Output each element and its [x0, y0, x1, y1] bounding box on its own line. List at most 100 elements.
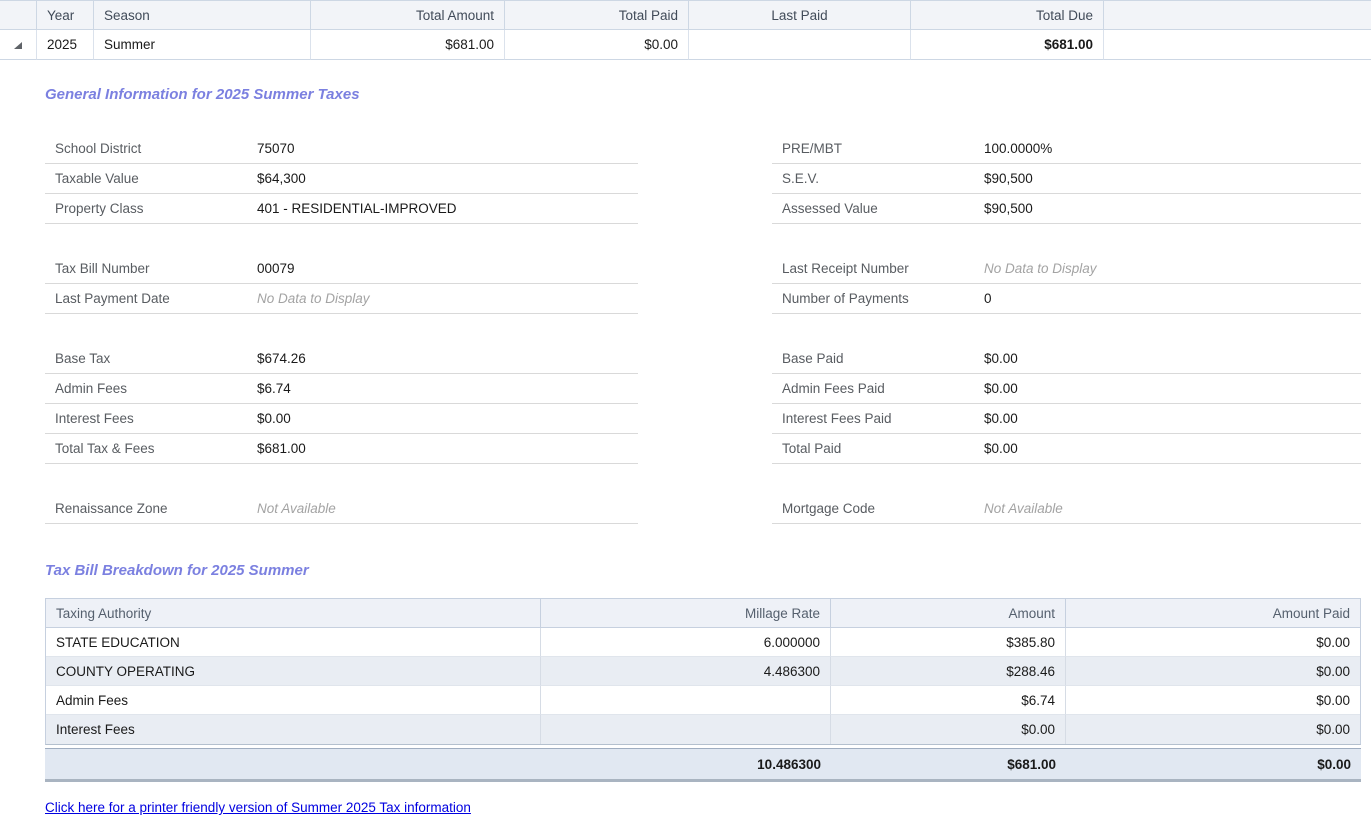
info-value: 401 - RESIDENTIAL-IMPROVED — [257, 201, 457, 216]
tax-information-page: Year Season Total Amount Total Paid Last… — [0, 0, 1371, 837]
info-label: Interest Fees Paid — [782, 411, 892, 426]
info-row-base-tax: Base Tax $674.26 — [45, 344, 638, 374]
breakdown-header-millage: Millage Rate — [541, 599, 831, 628]
info-group-receipts: Last Receipt Number No Data to Display N… — [772, 254, 1361, 314]
general-info-left-column: School District 75070 Taxable Value $64,… — [45, 134, 638, 524]
info-row-property-class: Property Class 401 - RESIDENTIAL-IMPROVE… — [45, 194, 638, 224]
info-label: Total Paid — [782, 441, 842, 456]
info-value: $0.00 — [984, 411, 1018, 426]
breakdown-total-authority — [45, 749, 541, 779]
info-value: 75070 — [257, 141, 295, 156]
info-label: Total Tax & Fees — [55, 441, 155, 456]
col-header-total-paid[interactable]: Total Paid — [505, 1, 689, 30]
col-header-last-paid[interactable]: Last Paid — [689, 1, 911, 30]
info-value: No Data to Display — [257, 291, 370, 306]
info-label: Last Payment Date — [55, 291, 170, 306]
info-row-admin-fees: Admin Fees $6.74 — [45, 374, 638, 404]
info-row-last-payment-date: Last Payment Date No Data to Display — [45, 284, 638, 314]
info-label: Base Paid — [782, 351, 844, 366]
info-row-last-receipt-number: Last Receipt Number No Data to Display — [772, 254, 1361, 284]
col-header-season[interactable]: Season — [94, 1, 311, 30]
breakdown-cell-paid: $0.00 — [1066, 628, 1360, 657]
info-label: Tax Bill Number — [55, 261, 150, 276]
breakdown-header-authority: Taxing Authority — [46, 599, 541, 628]
info-group-paid-amounts: Base Paid $0.00 Admin Fees Paid $0.00 In… — [772, 344, 1361, 464]
breakdown-total-millage: 10.486300 — [757, 756, 821, 772]
breakdown-total-amount: $681.00 — [1007, 756, 1056, 772]
info-row-pre-mbt: PRE/MBT 100.0000% — [772, 134, 1361, 164]
info-value: 100.0000% — [984, 141, 1053, 156]
breakdown-total-row: 10.486300 $681.00 $0.00 — [45, 748, 1361, 782]
breakdown-cell-paid: $0.00 — [1066, 686, 1360, 715]
info-value: $90,500 — [984, 201, 1033, 216]
info-value: $674.26 — [257, 351, 306, 366]
info-value: $6.74 — [257, 381, 291, 396]
info-row-total-tax-fees: Total Tax & Fees $681.00 — [45, 434, 638, 464]
info-row-number-of-payments: Number of Payments 0 — [772, 284, 1361, 314]
info-group-tax-amounts: Base Tax $674.26 Admin Fees $6.74 Intere… — [45, 344, 638, 464]
info-label: School District — [55, 141, 142, 156]
info-group-values: School District 75070 Taxable Value $64,… — [45, 134, 638, 224]
info-label: Interest Fees — [55, 411, 134, 426]
cell-total-paid: $0.00 — [505, 30, 689, 60]
info-group-mortgage: Mortgage Code Not Available — [772, 494, 1361, 524]
col-header-total-amount[interactable]: Total Amount — [311, 1, 505, 30]
breakdown-cell-millage — [541, 686, 831, 715]
col-header-total-due[interactable]: Total Due — [911, 1, 1104, 30]
info-value: $90,500 — [984, 171, 1033, 186]
cell-last-paid — [689, 30, 911, 60]
info-label: Renaissance Zone — [55, 501, 168, 516]
breakdown-cell-amount: $6.74 — [831, 686, 1066, 715]
breakdown-grid: Taxing Authority Millage Rate Amount Amo… — [45, 598, 1361, 745]
general-info-right-column: PRE/MBT 100.0000% S.E.V. $90,500 Assesse… — [772, 134, 1361, 524]
info-label: Base Tax — [55, 351, 111, 366]
printer-friendly-link[interactable]: Click here for a printer friendly versio… — [45, 800, 471, 815]
expander-column-header — [0, 1, 37, 30]
breakdown-cell-millage: 4.486300 — [541, 657, 831, 686]
cell-filler — [1104, 30, 1371, 60]
info-label: Admin Fees Paid — [782, 381, 885, 396]
info-row-mortgage-code: Mortgage Code Not Available — [772, 494, 1361, 524]
tax-year-summary-grid: Year Season Total Amount Total Paid Last… — [0, 0, 1371, 60]
breakdown-cell-millage — [541, 715, 831, 744]
breakdown-header-amount: Amount — [831, 599, 1066, 628]
info-value: No Data to Display — [984, 261, 1097, 276]
info-group-renaissance: Renaissance Zone Not Available — [45, 494, 638, 524]
general-info-heading: General Information for 2025 Summer Taxe… — [45, 86, 360, 103]
breakdown-cell-amount: $0.00 — [831, 715, 1066, 744]
info-label: Admin Fees — [55, 381, 128, 396]
info-row-interest-fees: Interest Fees $0.00 — [45, 404, 638, 434]
breakdown-cell-paid: $0.00 — [1066, 715, 1360, 744]
cell-year: 2025 — [37, 30, 94, 60]
info-value: $0.00 — [984, 381, 1018, 396]
info-row-base-paid: Base Paid $0.00 — [772, 344, 1361, 374]
info-value: Not Available — [984, 501, 1063, 516]
info-value: $0.00 — [984, 441, 1018, 456]
breakdown-cell-authority: COUNTY OPERATING — [46, 657, 541, 686]
breakdown-cell-amount: $288.46 — [831, 657, 1066, 686]
info-row-school-district: School District 75070 — [45, 134, 638, 164]
info-row-total-paid: Total Paid $0.00 — [772, 434, 1361, 464]
col-header-filler — [1104, 1, 1371, 30]
info-value: 0 — [984, 291, 992, 306]
cell-season: Summer — [94, 30, 311, 60]
info-row-sev: S.E.V. $90,500 — [772, 164, 1361, 194]
info-row-interest-fees-paid: Interest Fees Paid $0.00 — [772, 404, 1361, 434]
row-expander-button[interactable] — [0, 30, 37, 60]
breakdown-cell-authority: Admin Fees — [46, 686, 541, 715]
info-row-assessed-value: Assessed Value $90,500 — [772, 194, 1361, 224]
info-group-assessment: PRE/MBT 100.0000% S.E.V. $90,500 Assesse… — [772, 134, 1361, 224]
info-label: PRE/MBT — [782, 141, 843, 156]
col-header-year[interactable]: Year — [37, 1, 94, 30]
info-group-billing: Tax Bill Number 00079 Last Payment Date … — [45, 254, 638, 314]
general-info-columns: School District 75070 Taxable Value $64,… — [45, 134, 1371, 524]
breakdown-cell-authority: STATE EDUCATION — [46, 628, 541, 657]
breakdown-cell-authority: Interest Fees — [46, 715, 541, 744]
tax-bill-breakdown-table: Taxing Authority Millage Rate Amount Amo… — [45, 598, 1361, 782]
breakdown-total-paid: $0.00 — [1317, 756, 1351, 772]
info-row-taxable-value: Taxable Value $64,300 — [45, 164, 638, 194]
breakdown-heading: Tax Bill Breakdown for 2025 Summer — [45, 562, 309, 579]
info-value: Not Available — [257, 501, 336, 516]
info-label: S.E.V. — [782, 171, 820, 186]
row-expanded-icon — [14, 42, 22, 49]
